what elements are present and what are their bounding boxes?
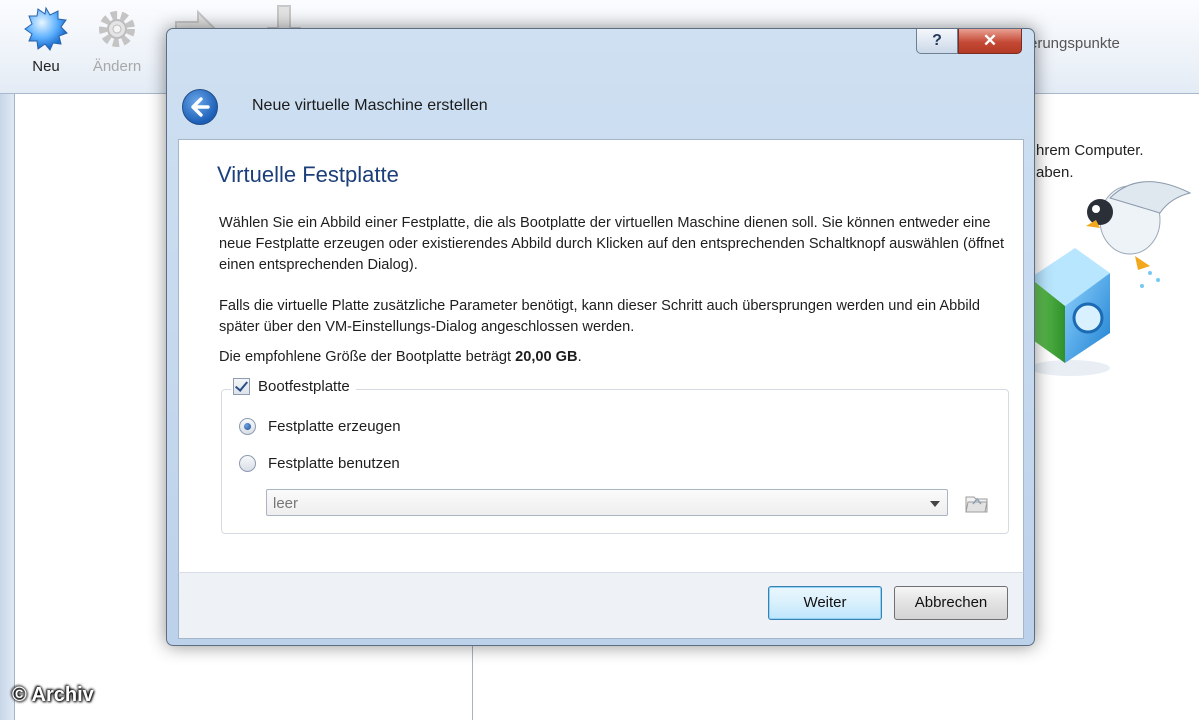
wizard-button-bar: Weiter Abbrechen: [178, 572, 1024, 639]
new-starburst-icon: [24, 6, 68, 51]
new-vm-label: Neu: [32, 58, 60, 75]
page-heading: Virtuelle Festplatte: [217, 162, 399, 187]
back-arrow-icon: [191, 97, 210, 117]
boot-disk-label: Bootfestplatte: [258, 378, 350, 395]
radio-selected-icon[interactable]: [239, 418, 256, 435]
recommended-size-suffix: .: [577, 349, 582, 365]
window-left-frame: [0, 94, 14, 720]
wizard-header: Neue virtuelle Maschine erstellen: [182, 89, 882, 125]
wizard-page: Virtuelle Festplatte Wählen Sie ein Abbi…: [178, 139, 1024, 573]
gear-icon: [99, 11, 135, 47]
change-vm-label: Ändern: [92, 58, 142, 75]
close-button[interactable]: ✕: [958, 29, 1022, 54]
radio-use-label: Festplatte benutzen: [268, 455, 400, 472]
disk-image-select[interactable]: leer: [266, 489, 948, 516]
recommended-size-prefix: Die empfohlene Größe der Bootplatte betr…: [219, 349, 512, 365]
checkbox-checked-icon[interactable]: [233, 378, 250, 395]
recommended-size-text: Die empfohlene Größe der Bootplatte betr…: [219, 347, 1009, 368]
radio-create-label: Festplatte erzeugen: [268, 418, 401, 435]
help-button[interactable]: ?: [916, 29, 958, 54]
back-button[interactable]: [182, 89, 218, 125]
radio-unselected-icon[interactable]: [239, 455, 256, 472]
virtualbox-mascot-icon: [1030, 181, 1192, 376]
recommended-size-value: 20,00 GB: [515, 349, 578, 365]
description-paragraph-1: Wählen Sie ein Abbild einer Festplatte, …: [219, 215, 1005, 273]
dialog-title: Neue virtuelle Maschine erstellen: [252, 97, 488, 114]
caption-buttons: ? ✕: [916, 29, 1022, 54]
next-button[interactable]: Weiter: [768, 586, 882, 620]
welcome-line-1: hrem Computer.: [1036, 142, 1144, 159]
radio-create-disk[interactable]: Festplatte erzeugen: [239, 418, 401, 435]
copyright-watermark: © Archiv: [12, 684, 94, 706]
new-vm-wizard-dialog: ? ✕ Neue virtuelle Maschine erstellen Vi…: [166, 28, 1035, 646]
change-vm-button[interactable]: Ändern: [85, 6, 149, 75]
snapshots-tab-label[interactable]: erungspunkte: [1029, 35, 1120, 52]
radio-use-disk[interactable]: Festplatte benutzen: [239, 455, 400, 472]
boot-disk-checkbox[interactable]: Bootfestplatte: [231, 378, 356, 395]
description-paragraph-2: Falls die virtuelle Platte zusätzliche P…: [219, 298, 980, 335]
cancel-button[interactable]: Abbrechen: [894, 586, 1008, 620]
disk-image-select-value: leer: [273, 495, 299, 512]
chevron-down-icon[interactable]: [930, 501, 940, 507]
new-vm-button[interactable]: Neu: [14, 6, 78, 75]
open-folder-icon[interactable]: [965, 492, 989, 514]
